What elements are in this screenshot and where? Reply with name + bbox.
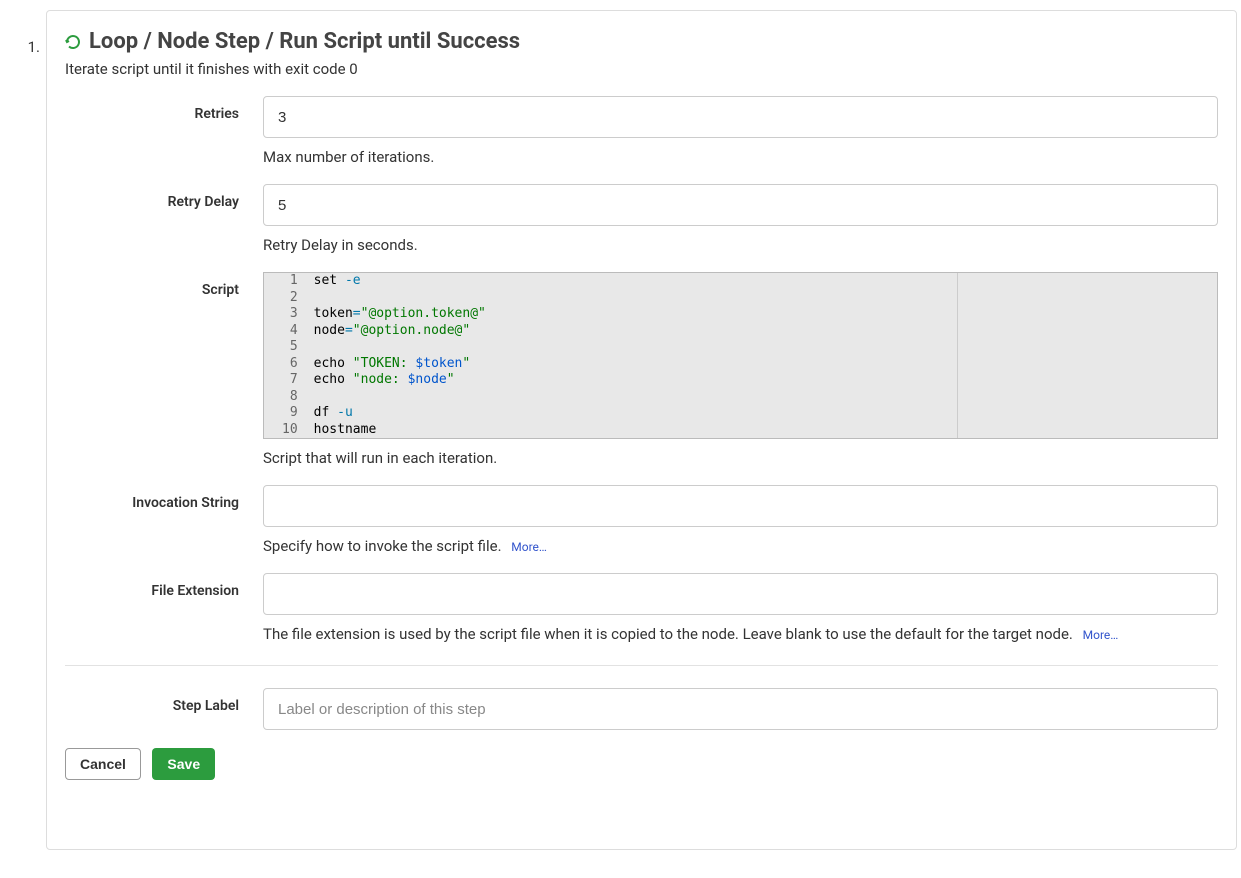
invocation-help: Specify how to invoke the script file. M… [263,537,1218,555]
code-line [314,339,957,356]
cancel-button[interactable]: Cancel [65,748,141,780]
script-editor[interactable]: 12345678910 set -e token="@option.token@… [263,272,1218,439]
code-line: token="@option.token@" [314,306,957,323]
invocation-more-link[interactable]: More… [511,540,547,554]
retries-label: Retries [65,96,263,166]
script-body[interactable]: set -e token="@option.token@"node="@opti… [304,273,957,438]
code-line: echo "node: $node" [314,372,957,389]
invocation-label: Invocation String [65,485,263,555]
file-ext-more-link[interactable]: More… [1083,628,1119,642]
code-line: hostname [314,422,957,439]
script-editor-sidebar [957,273,1217,438]
code-line [314,389,957,406]
code-line: set -e [314,273,957,290]
page-title: Loop / Node Step / Run Script until Succ… [89,29,520,54]
file-ext-help: The file extension is used by the script… [263,625,1218,643]
code-line: node="@option.node@" [314,323,957,340]
invocation-input[interactable] [263,485,1218,527]
step-form-card: Loop / Node Step / Run Script until Succ… [46,10,1237,850]
step-label-input[interactable] [263,688,1218,730]
save-button[interactable]: Save [152,748,215,780]
step-number: 1. [20,10,40,56]
page-subtitle: Iterate script until it finishes with ex… [65,60,1218,78]
retry-delay-help: Retry Delay in seconds. [263,236,1218,254]
script-gutter: 12345678910 [264,273,304,438]
file-ext-label: File Extension [65,573,263,643]
divider [65,665,1218,666]
file-ext-input[interactable] [263,573,1218,615]
retry-delay-input[interactable] [263,184,1218,226]
step-label-label: Step Label [65,688,263,730]
code-line: echo "TOKEN: $token" [314,356,957,373]
code-line: df -u [314,405,957,422]
retry-delay-label: Retry Delay [65,184,263,254]
script-help: Script that will run in each iteration. [263,449,1218,467]
code-line [314,290,957,307]
retries-help: Max number of iterations. [263,148,1218,166]
script-label: Script [65,272,263,467]
loop-icon [65,34,81,50]
retries-input[interactable] [263,96,1218,138]
